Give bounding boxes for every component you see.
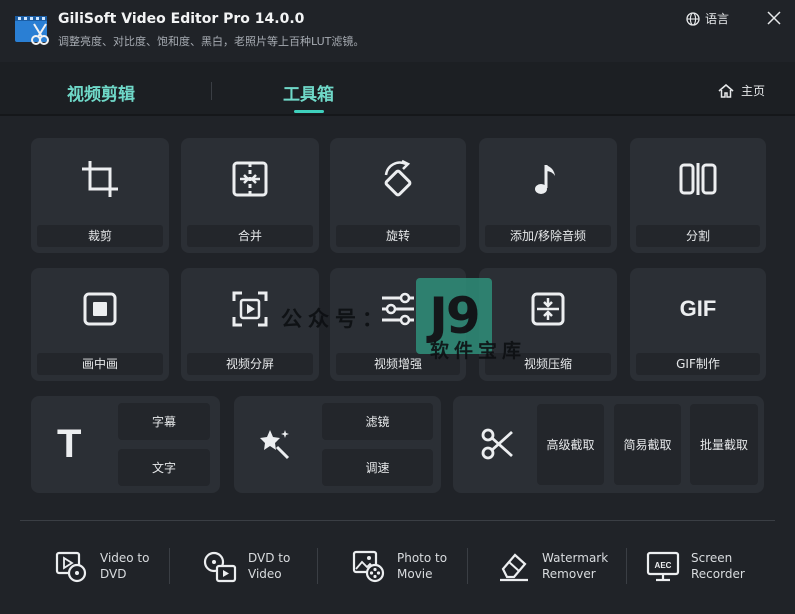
watermark-text-line2: 软件宝库 xyxy=(430,340,527,362)
text-button[interactable]: 文字 xyxy=(118,449,210,486)
gif-icon-text: GIF xyxy=(679,296,717,321)
photo-to-movie-line1: Photo to xyxy=(397,551,448,565)
home-label: 主页 xyxy=(741,84,766,98)
photo-to-movie-tool[interactable]: Photo to Movie xyxy=(351,546,447,586)
filter-button[interactable]: 滤镜 xyxy=(322,403,433,440)
bottom-tool-divider xyxy=(317,548,318,584)
app-subtitle: 调整亮度、对比度、饱和度、黑白，老照片等上百种LUT滤镜。 xyxy=(58,35,365,48)
tab-video-edit[interactable]: 视频剪辑 xyxy=(67,80,135,105)
watermark-text-line1: 公众号： xyxy=(281,307,389,331)
audio-label: 添加/移除音频 xyxy=(485,225,611,247)
subtitle-button[interactable]: 字幕 xyxy=(118,403,210,440)
screen-recorder-line1: Screen xyxy=(691,551,733,565)
crop-icon xyxy=(79,158,121,200)
magic-wand-icon xyxy=(260,430,290,460)
split-icon xyxy=(677,158,719,200)
watermark-remover-line1: Watermark xyxy=(542,551,609,565)
crop-tool[interactable]: 裁剪 xyxy=(31,138,169,253)
photo-to-movie-line2: Movie xyxy=(397,567,433,581)
compress-tool[interactable]: 视频压缩 xyxy=(479,268,617,381)
tab-toolbox[interactable]: 工具箱 xyxy=(283,80,334,105)
video-to-dvd-tool[interactable]: Video to DVD xyxy=(54,546,149,586)
bottom-tool-divider xyxy=(169,548,170,584)
bottom-tool-divider xyxy=(626,548,627,584)
split-tool[interactable]: 分割 xyxy=(630,138,766,253)
scissors-icon xyxy=(481,428,513,460)
screen-recorder-line2: Recorder xyxy=(691,567,745,581)
close-icon[interactable] xyxy=(764,8,784,28)
text-group: T 字幕 文字 xyxy=(31,396,220,493)
audio-tool[interactable]: 添加/移除音频 xyxy=(479,138,617,253)
text-icon: T xyxy=(57,422,82,466)
video-to-dvd-icon xyxy=(54,548,90,584)
crop-label: 裁剪 xyxy=(37,225,163,247)
merge-tool[interactable]: 合并 xyxy=(181,138,319,253)
app-logo-icon xyxy=(15,16,49,45)
advanced-cut-button[interactable]: 高级截取 xyxy=(537,404,604,485)
watermark-remover-line2: Remover xyxy=(542,567,596,581)
simple-cut-button[interactable]: 简易截取 xyxy=(614,404,681,485)
rotate-label: 旋转 xyxy=(336,225,460,247)
tab-bar: 视频剪辑 工具箱 主页 xyxy=(0,62,795,116)
effects-group: 滤镜 调速 xyxy=(234,396,441,493)
dvd-to-video-line2: Video xyxy=(248,567,282,581)
gif-tool[interactable]: GIF GIF制作 xyxy=(630,268,766,381)
bottom-tool-divider xyxy=(467,548,468,584)
language-label: 语言 xyxy=(705,12,730,26)
video-to-dvd-line2: DVD xyxy=(100,567,127,581)
cut-group: 高级截取 简易截取 批量截取 xyxy=(453,396,764,493)
dvd-to-video-icon xyxy=(202,548,238,584)
eraser-icon xyxy=(496,548,532,584)
compress-icon xyxy=(527,288,569,330)
gif-label: GIF制作 xyxy=(636,353,760,375)
split-screen-icon xyxy=(229,288,271,330)
home-button[interactable]: 主页 xyxy=(718,82,765,99)
aec-icon-text: AEC xyxy=(655,561,672,570)
gif-icon: GIF xyxy=(677,288,719,330)
rotate-icon xyxy=(377,158,419,200)
globe-icon xyxy=(686,11,700,26)
rotate-tool[interactable]: 旋转 xyxy=(330,138,466,253)
active-tab-indicator xyxy=(294,110,324,113)
title-bar: GiliSoft Video Editor Pro 14.0.0 调整亮度、对比… xyxy=(0,0,795,62)
music-note-icon xyxy=(527,158,569,200)
photo-to-movie-icon xyxy=(351,548,387,584)
merge-icon xyxy=(229,158,271,200)
merge-label: 合并 xyxy=(187,225,313,247)
batch-cut-button[interactable]: 批量截取 xyxy=(690,404,758,485)
app-title: GiliSoft Video Editor Pro 14.0.0 xyxy=(58,11,305,27)
pip-tool[interactable]: 画中画 xyxy=(31,268,169,381)
split-label: 分割 xyxy=(636,225,760,247)
pip-label: 画中画 xyxy=(37,353,163,375)
language-button[interactable]: 语言 xyxy=(686,10,729,27)
screen-recorder-tool[interactable]: AEC Screen Recorder xyxy=(645,546,745,586)
tab-divider xyxy=(211,82,212,100)
screen-recorder-icon: AEC xyxy=(645,548,681,584)
split-screen-label: 视频分屏 xyxy=(187,353,313,375)
video-to-dvd-line1: Video to xyxy=(100,551,150,565)
bottom-divider xyxy=(20,520,775,521)
speed-button[interactable]: 调速 xyxy=(322,449,433,486)
picture-in-picture-icon xyxy=(79,288,121,330)
dvd-to-video-line1: DVD to xyxy=(248,551,291,565)
watermark-remover-tool[interactable]: Watermark Remover xyxy=(496,546,608,586)
dvd-to-video-tool[interactable]: DVD to Video xyxy=(202,546,290,586)
home-icon xyxy=(718,83,734,98)
